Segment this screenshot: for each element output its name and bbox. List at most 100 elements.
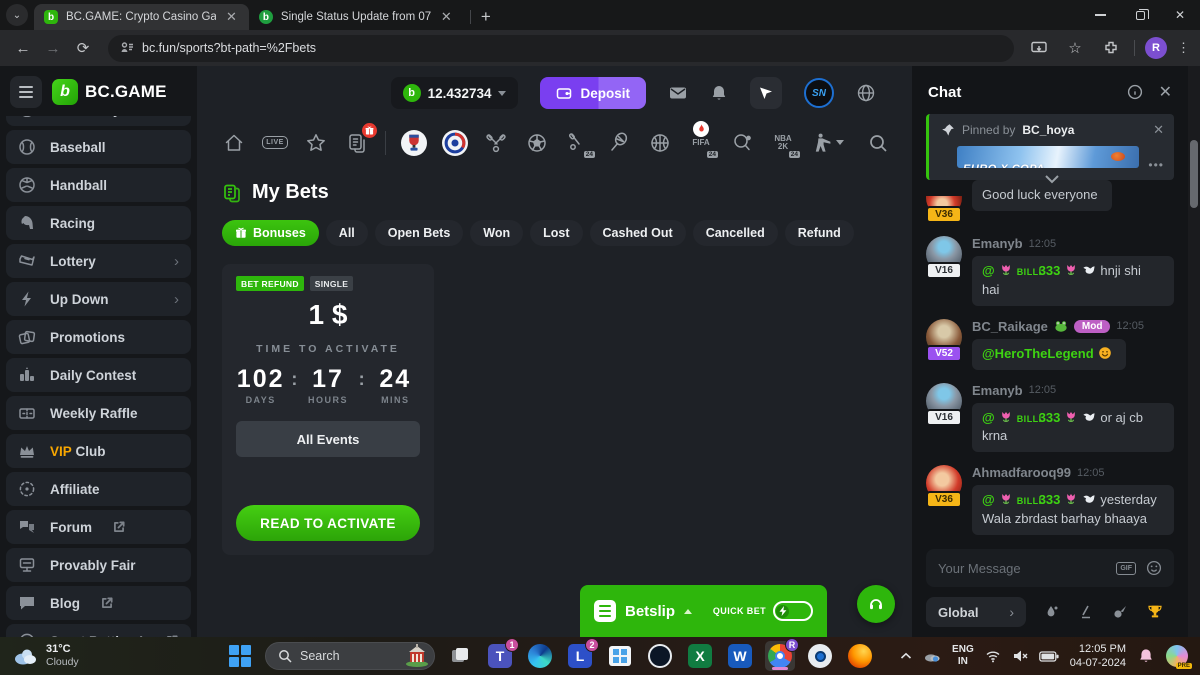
sport-nav-basketball[interactable]	[647, 130, 673, 156]
l-app-icon[interactable]: L 2	[565, 641, 595, 671]
site-info-icon[interactable]	[120, 41, 134, 55]
rain-icon[interactable]	[1044, 604, 1060, 620]
support-button[interactable]	[857, 585, 895, 623]
window-restore-button[interactable]	[1120, 0, 1160, 30]
reload-button[interactable]: ⟳	[70, 35, 96, 61]
alexa-icon[interactable]	[645, 641, 675, 671]
bookmark-star-icon[interactable]: ☆	[1062, 35, 1088, 61]
new-tab-button[interactable]: +	[481, 7, 491, 27]
mail-icon[interactable]	[668, 83, 688, 103]
sidebar-item-baseball[interactable]: Baseball	[6, 130, 191, 164]
filter-lost[interactable]: Lost	[530, 220, 582, 246]
balance-selector[interactable]: b 12.432734	[391, 77, 519, 109]
back-button[interactable]: ←	[10, 35, 36, 61]
window-minimize-button[interactable]	[1080, 0, 1120, 30]
forward-button[interactable]: →	[40, 35, 66, 61]
battery-icon[interactable]	[1039, 651, 1059, 662]
slash-command-icon[interactable]	[1078, 604, 1094, 620]
filter-cashed-out[interactable]: Cashed Out	[590, 220, 686, 246]
sport-nav-counter-strike[interactable]	[811, 130, 845, 156]
firefox-icon[interactable]	[845, 641, 875, 671]
eye-app-icon[interactable]	[805, 641, 835, 671]
taskbar-search[interactable]: Search	[265, 642, 435, 670]
excel-icon[interactable]: X	[685, 641, 715, 671]
taskbar-weather[interactable]: 31°C Cloudy	[0, 643, 200, 669]
edge-icon[interactable]	[525, 641, 555, 671]
all-events-button[interactable]: All Events	[236, 421, 420, 457]
sidebar-item-updown[interactable]: Up Down›	[6, 282, 191, 316]
tray-language[interactable]: ENG IN	[952, 644, 974, 669]
deposit-button[interactable]: Deposit	[540, 77, 646, 109]
message-username[interactable]: Ahmadfarooq99	[972, 465, 1071, 480]
pinned-expand-chevron[interactable]	[1044, 174, 1060, 184]
sport-nav-soccer[interactable]	[524, 130, 550, 156]
comet-icon[interactable]	[1112, 604, 1128, 620]
filter-refund[interactable]: Refund	[785, 220, 854, 246]
chat-close-icon[interactable]: ✕	[1159, 82, 1172, 102]
hamburger-menu-button[interactable]	[10, 76, 42, 108]
window-close-button[interactable]: ✕	[1160, 0, 1200, 30]
message-username[interactable]: BC_Raikage	[972, 319, 1048, 334]
filter-open-bets[interactable]: Open Bets	[375, 220, 464, 246]
tab-status-update[interactable]: b Single Status Update from 07/0 ✕	[249, 4, 464, 30]
chat-info-icon[interactable]	[1127, 84, 1143, 100]
sport-nav-fifa-24[interactable]: FIFA24	[688, 130, 714, 156]
browser-profile-avatar[interactable]: R	[1145, 37, 1167, 59]
scrollbar-thumb[interactable]	[1190, 140, 1198, 208]
tray-chevron-up-icon[interactable]	[900, 652, 912, 660]
word-icon[interactable]: W	[725, 641, 755, 671]
sidebar-item-racing[interactable]: Racing	[6, 206, 191, 240]
tab-bcgame[interactable]: b BC.GAME: Crypto Casino Game ✕	[34, 4, 249, 30]
sport-nav-live[interactable]: LIVE	[262, 130, 288, 156]
sport-nav-badminton[interactable]	[606, 130, 632, 156]
sport-nav-euro-2024[interactable]	[442, 130, 468, 156]
chat-toggle-button[interactable]	[750, 77, 782, 109]
quick-bet-toggle[interactable]	[773, 601, 813, 621]
user-avatar[interactable]: SN	[804, 78, 834, 108]
tab-close-icon[interactable]: ✕	[439, 9, 454, 25]
sidebar-item-promotions[interactable]: Promotions	[6, 320, 191, 354]
extensions-icon[interactable]	[1098, 35, 1124, 61]
tray-clock[interactable]: 12:05 PM 04-07-2024	[1070, 642, 1126, 671]
pinned-banner-image[interactable]: EURO X COPA	[957, 146, 1139, 168]
filter-won[interactable]: Won	[470, 220, 523, 246]
browser-menu-icon[interactable]: ⋮	[1177, 40, 1190, 56]
filter-bonuses[interactable]: Bonuses	[222, 220, 319, 246]
sidebar-item-daily-contest[interactable]: Daily Contest	[6, 358, 191, 392]
notification-bell-icon[interactable]	[1137, 647, 1155, 665]
sidebar-item-forum[interactable]: Forum	[6, 510, 191, 544]
onedrive-icon[interactable]	[923, 647, 941, 665]
activate-button[interactable]: READ TO ACTIVATE	[236, 505, 420, 541]
address-bar[interactable]: bc.fun/sports?bt-path=%2Fbets	[108, 35, 1014, 62]
emoji-icon[interactable]	[1146, 560, 1162, 576]
sidebar-item-provably-fair[interactable]: Provably Fair	[6, 548, 191, 582]
sport-nav-cricket[interactable]	[483, 130, 509, 156]
notifications-bell-icon[interactable]	[710, 84, 728, 102]
sidebar-item-vip[interactable]: VIP Club	[6, 434, 191, 468]
pinned-close-icon[interactable]: ✕	[1153, 122, 1164, 138]
tab-close-icon[interactable]: ✕	[224, 9, 239, 25]
send-to-device-icon[interactable]	[1026, 35, 1052, 61]
scrollbar[interactable]	[1188, 66, 1200, 637]
start-button[interactable]	[225, 641, 255, 671]
teams-icon[interactable]: T 1	[485, 641, 515, 671]
sidebar-item-blog[interactable]: Blog	[6, 586, 191, 620]
trophy-icon[interactable]	[1146, 603, 1164, 621]
sport-nav-star[interactable]	[303, 130, 329, 156]
volume-muted-icon[interactable]	[1012, 648, 1028, 664]
task-view-button[interactable]	[445, 641, 475, 671]
brand-logo[interactable]: b BC.GAME	[52, 79, 167, 105]
sport-nav-table-tennis[interactable]	[729, 130, 755, 156]
message-username[interactable]: Emanyb	[972, 236, 1023, 251]
pinned-more-icon[interactable]: •••	[1148, 158, 1164, 172]
betslip-gift-badge[interactable]	[362, 123, 377, 138]
sport-nav-copa-america[interactable]	[401, 130, 427, 156]
gif-icon[interactable]: GIF	[1116, 562, 1136, 575]
wifi-icon[interactable]	[985, 648, 1001, 664]
tab-search-chevron[interactable]: ⌄	[6, 4, 28, 26]
message-username[interactable]: Emanyb	[972, 383, 1023, 398]
sport-nav-home[interactable]	[221, 130, 247, 156]
sport-nav-cricket-24[interactable]: 24	[565, 130, 591, 156]
sports-search-icon[interactable]	[868, 133, 888, 153]
sport-nav-nba-2k[interactable]: NBA2K24	[770, 130, 796, 156]
